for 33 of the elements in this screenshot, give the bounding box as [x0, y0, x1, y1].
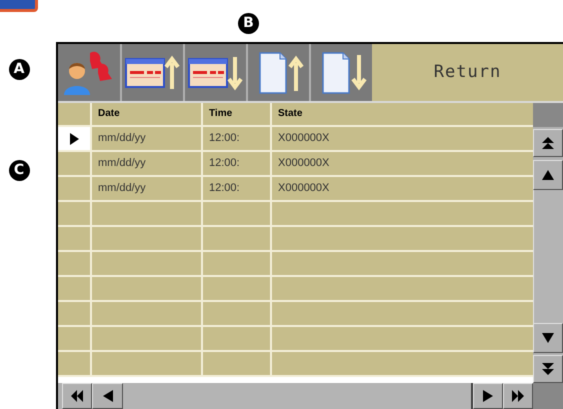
scroll-right-button[interactable] [473, 383, 503, 409]
double-left-icon [69, 388, 85, 404]
table-cell: 12:00: [203, 177, 272, 200]
table-cell: 12:00: [203, 152, 272, 175]
column-header: Time [203, 103, 272, 125]
table-up-button[interactable] [122, 44, 185, 101]
return-button[interactable]: Return [372, 44, 563, 101]
double-up-icon [540, 135, 556, 151]
table-cell-text: X000000X [277, 131, 330, 146]
callout-marker: B [238, 12, 259, 34]
scroll-last-button[interactable] [503, 383, 533, 409]
scroll-up-button[interactable] [533, 160, 563, 190]
callout-marker: A [8, 59, 30, 80]
scrollbar-corner [533, 383, 563, 409]
column-header: State [277, 107, 304, 121]
table-cell-text: X000000X [277, 181, 330, 196]
callout-marker: C [8, 160, 30, 181]
table-cell: mm/dd/yy [92, 152, 203, 175]
scroll-top-button[interactable] [533, 129, 563, 157]
double-down-icon [540, 361, 556, 377]
scrollbar-corner [533, 103, 563, 127]
scroll-down-button[interactable] [533, 323, 563, 353]
table-down-button[interactable] [185, 44, 248, 101]
table-cell-text: X000000X [277, 156, 330, 171]
row-selector[interactable] [58, 127, 92, 150]
scroll-left-button[interactable] [92, 383, 123, 409]
table-cell: mm/dd/yy [92, 177, 203, 200]
table-cell: mm/dd/yy [92, 127, 203, 150]
table-cell: 12:00: [203, 127, 272, 150]
scroll-first-button[interactable] [62, 383, 92, 409]
scroll-bottom-button[interactable] [533, 355, 563, 383]
double-right-icon [510, 388, 526, 404]
column-header: Date [92, 103, 203, 125]
